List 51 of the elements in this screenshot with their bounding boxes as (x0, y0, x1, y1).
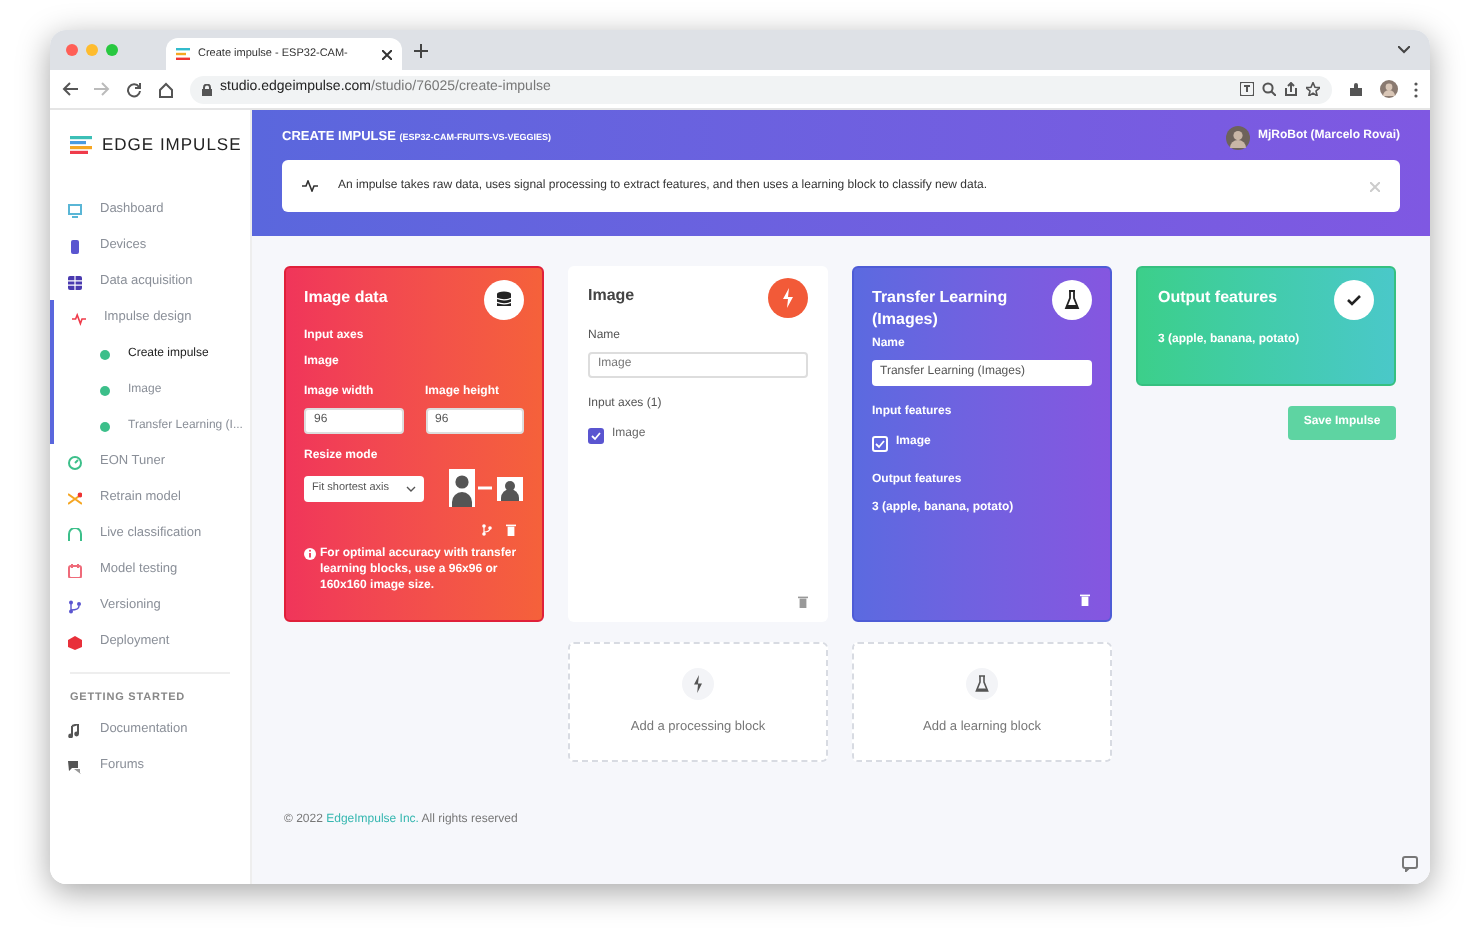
branch-icon[interactable] (482, 524, 492, 536)
chat-icon[interactable] (1402, 856, 1418, 872)
monitor-icon (68, 203, 82, 217)
resize-preview-drawing (448, 468, 524, 508)
trash-icon[interactable] (798, 596, 808, 608)
cross-arrows-icon (68, 491, 82, 505)
pulse-icon (302, 180, 318, 192)
block-title: Output features (1158, 286, 1278, 308)
lightning-icon (682, 667, 714, 700)
flask-icon (966, 667, 998, 700)
pulse-icon (72, 311, 86, 325)
chevron-down-icon[interactable] (1398, 46, 1410, 54)
phone-icon (68, 239, 82, 253)
zoom-icon[interactable] (1262, 82, 1276, 96)
close-icon[interactable] (382, 49, 392, 59)
flask-icon (1052, 280, 1092, 320)
database-icon (68, 275, 82, 289)
logo-text: EDGE IMPULSE (102, 131, 242, 157)
logo-icon (176, 48, 190, 60)
logo-icon (70, 135, 92, 153)
checkbox[interactable] (588, 427, 604, 443)
lock-icon (202, 83, 212, 95)
avatar-icon[interactable] (1380, 80, 1398, 98)
clipboard-icon (68, 563, 82, 577)
share-icon[interactable] (1284, 82, 1298, 96)
avatar-icon[interactable] (1225, 125, 1250, 149)
checkbox[interactable] (872, 435, 888, 451)
dot-icon (100, 421, 110, 431)
block-title: Transfer Learning (Images) (872, 286, 1010, 330)
info-icon (304, 548, 316, 560)
back-icon[interactable] (62, 82, 78, 96)
gauge-icon (68, 455, 82, 469)
star-icon[interactable] (1306, 82, 1320, 96)
lightning-icon (768, 278, 808, 318)
box-icon (68, 635, 82, 649)
block-title: Image (588, 284, 635, 306)
trash-icon[interactable] (506, 524, 516, 536)
check-icon (1334, 280, 1374, 320)
dot-icon (100, 385, 110, 395)
reload-icon[interactable] (126, 81, 142, 97)
music-note-icon (68, 723, 82, 738)
block-title: Image data (304, 286, 388, 308)
home-icon[interactable] (158, 81, 174, 97)
branch-icon (68, 599, 82, 613)
translate-icon[interactable] (1240, 82, 1254, 96)
database-icon (484, 280, 524, 320)
dot-icon (100, 349, 110, 359)
trash-icon[interactable] (1080, 594, 1090, 606)
new-tab-icon[interactable] (414, 43, 428, 57)
chevron-down-icon (406, 485, 416, 491)
speech-bubbles-icon (68, 759, 82, 774)
